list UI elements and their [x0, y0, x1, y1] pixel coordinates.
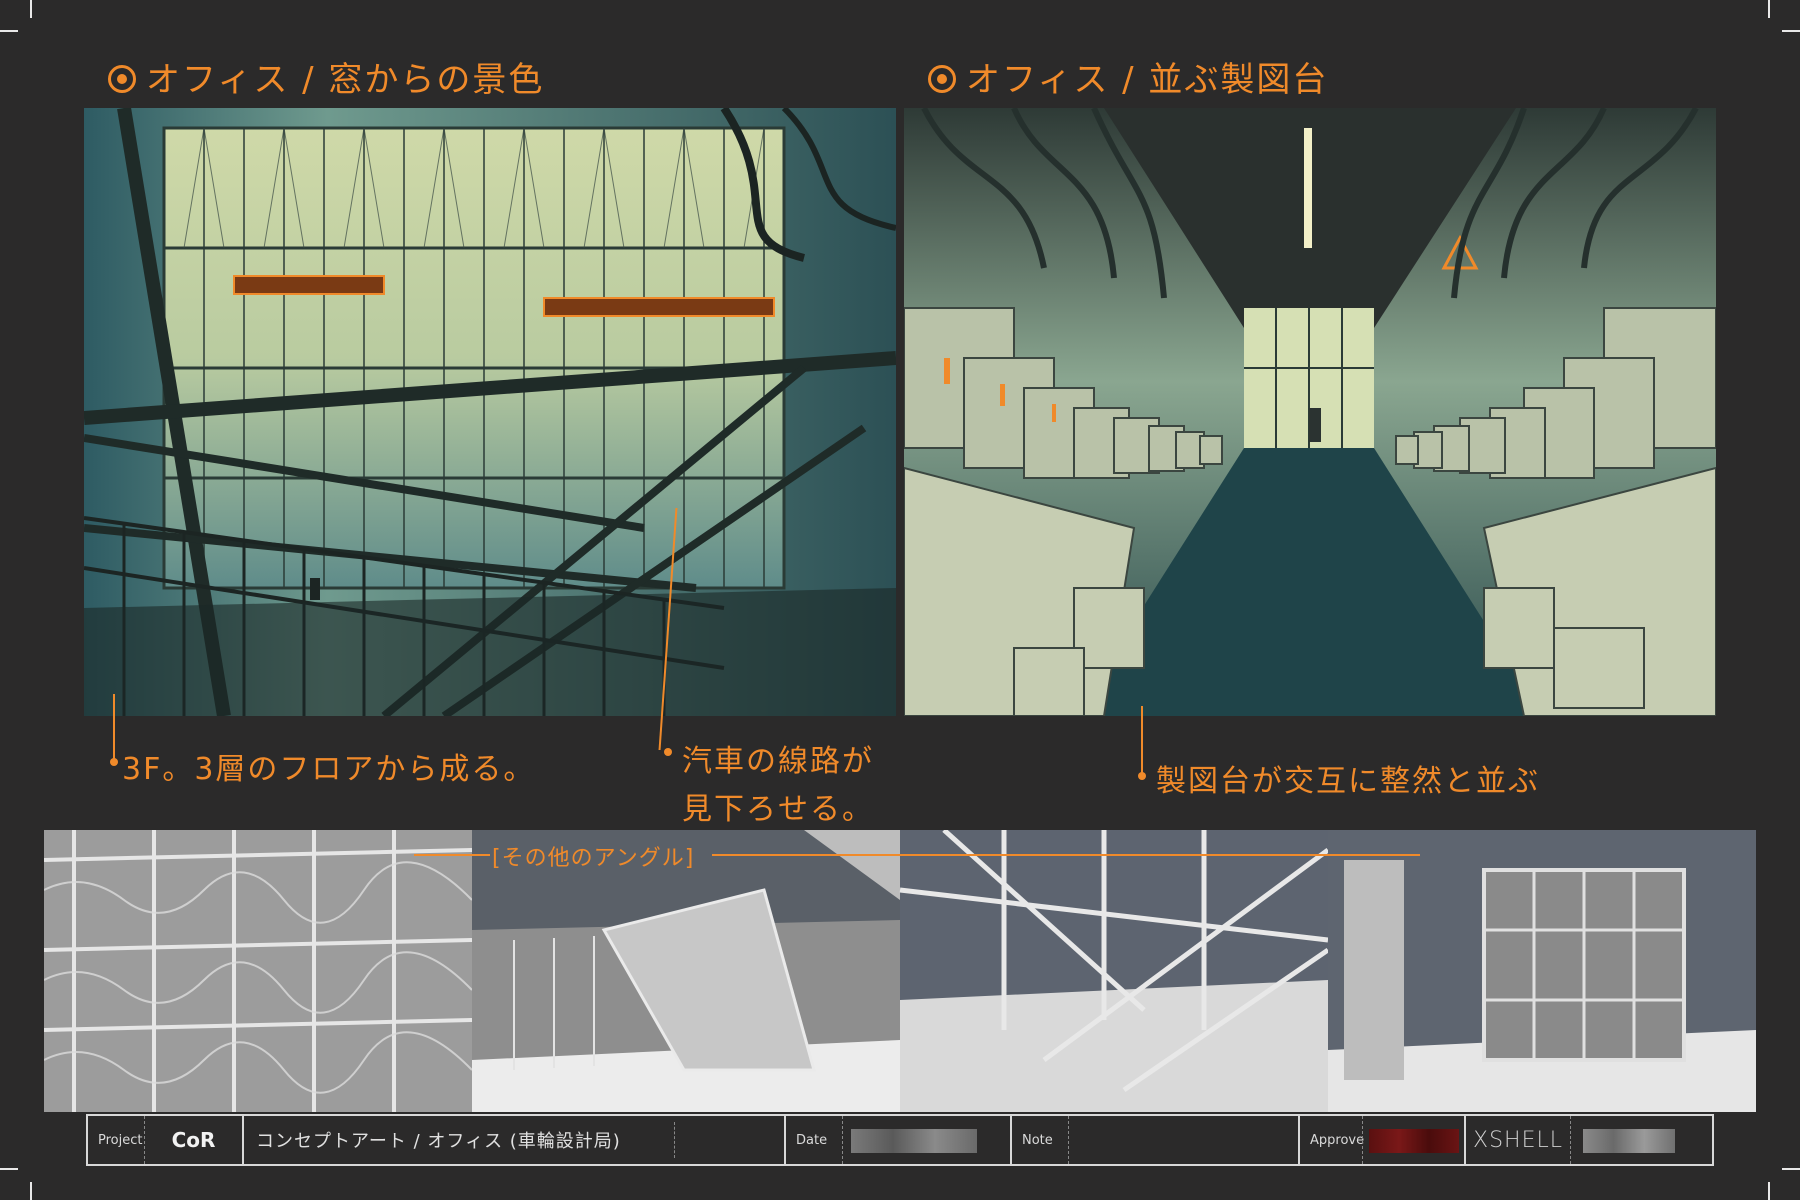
company-logo: XSHELL — [1473, 1127, 1563, 1153]
crop-mark — [1768, 1182, 1770, 1200]
crop-mark — [1782, 1168, 1800, 1170]
crop-mark — [30, 1182, 32, 1200]
other-angles-renders — [44, 830, 1756, 1112]
crop-mark — [0, 30, 18, 32]
date-label: Date — [796, 1132, 828, 1148]
project-value: CoR — [171, 1128, 216, 1152]
drafting-tables-illustration — [904, 108, 1716, 716]
dashed-divider — [674, 1122, 675, 1158]
office-window-scene — [84, 108, 896, 716]
drafting-hall-scene — [904, 108, 1716, 716]
drafting-tables-annotation: 製図台が交互に整然と並ぶ — [1156, 764, 1540, 799]
note-label-cell: Note — [1012, 1116, 1068, 1164]
crop-mark — [1768, 0, 1770, 18]
signature-cell — [1570, 1116, 1712, 1164]
note-label: Note — [1022, 1132, 1053, 1148]
description-text: コンセプトアート / オフィス (車輪設計局) — [256, 1131, 621, 1152]
note-value-cell — [1068, 1116, 1300, 1164]
annotation-leader-line — [1141, 706, 1143, 774]
other-angles-strip: [その他のアングル] — [44, 830, 1756, 1112]
left-panel-title: オフィス / 窓からの景色 — [108, 52, 544, 101]
target-bullet-icon — [928, 65, 956, 93]
project-label: Project — [98, 1132, 143, 1148]
project-label-cell: Project — [88, 1116, 144, 1164]
other-angles-label: [その他のアングル] — [492, 846, 695, 871]
target-bullet-icon — [108, 65, 136, 93]
crop-mark — [30, 0, 32, 18]
right-panel-title: オフィス / 並ぶ製図台 — [928, 52, 1328, 101]
approve-stamp-cell — [1362, 1116, 1466, 1164]
approve-label: Approve — [1310, 1132, 1365, 1148]
floor-annotation: 3F。3層のフロアから成る。 — [122, 752, 536, 787]
redacted-approval-stamp — [1369, 1129, 1459, 1153]
title-block: Project CoR コンセプトアート / オフィス (車輪設計局) Date… — [86, 1114, 1714, 1166]
annotation-leader-line — [113, 694, 115, 760]
company-logo-cell: XSHELL — [1466, 1116, 1570, 1164]
railway-annotation-line1: 汽車の線路が — [682, 744, 874, 779]
left-panel-title-text: オフィス / 窓からの景色 — [146, 60, 545, 100]
project-value-cell: CoR — [144, 1116, 244, 1164]
redacted-date — [851, 1129, 977, 1153]
annotation-dot — [664, 748, 672, 756]
crop-mark — [0, 1168, 18, 1170]
description-cell: コンセプトアート / オフィス (車輪設計局) — [244, 1116, 786, 1164]
crop-mark — [1782, 30, 1800, 32]
date-value-cell — [842, 1116, 1012, 1164]
date-label-cell: Date — [786, 1116, 842, 1164]
redacted-signature — [1583, 1129, 1675, 1153]
approve-label-cell: Approve — [1300, 1116, 1365, 1164]
railway-annotation-line2: 見下ろせる。 — [682, 792, 874, 827]
office-window-illustration — [84, 108, 896, 716]
right-panel-title-text: オフィス / 並ぶ製図台 — [966, 60, 1329, 100]
